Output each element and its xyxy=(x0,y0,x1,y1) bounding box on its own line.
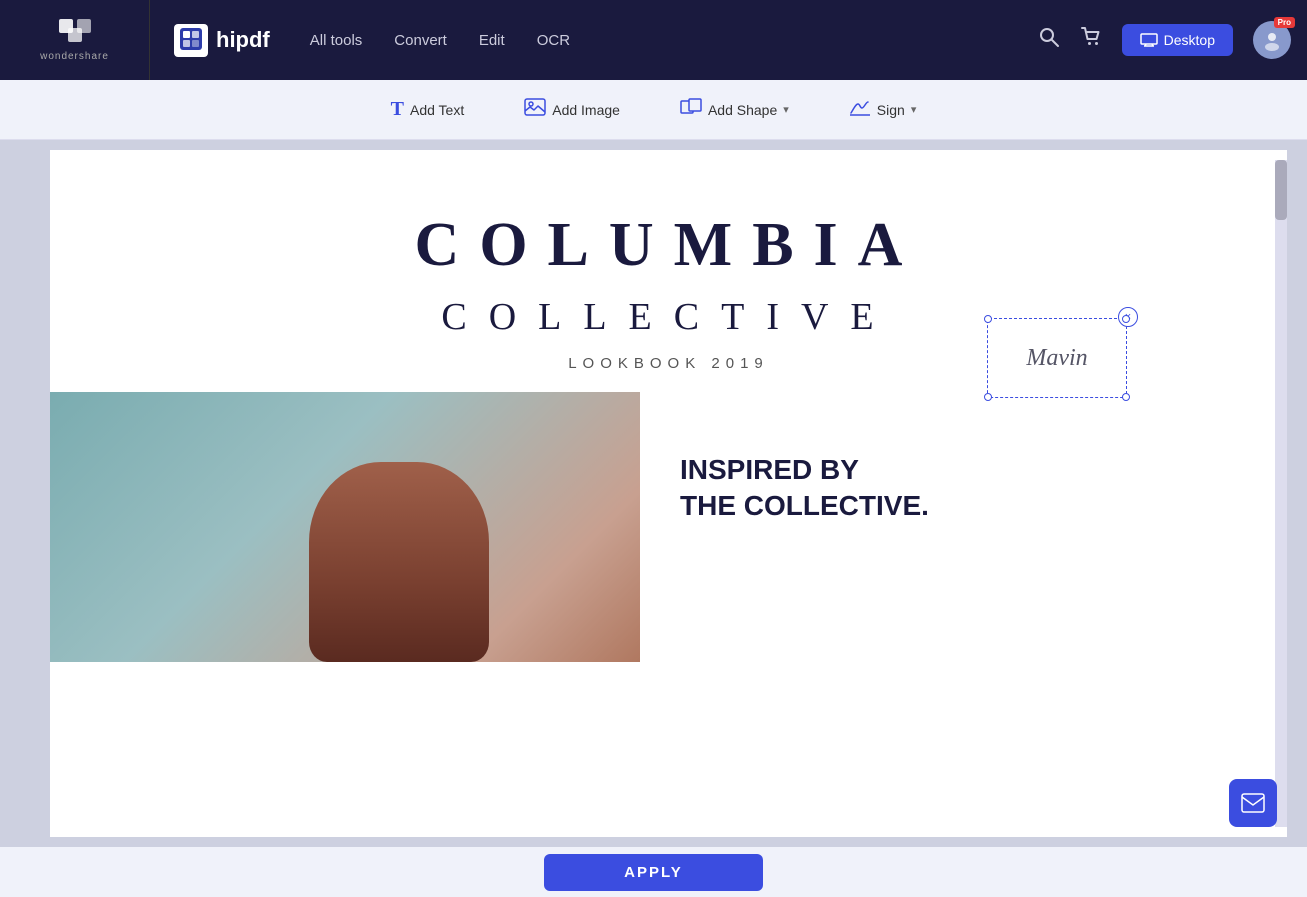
navbar: wondershare hipdf All tools Convert Edit… xyxy=(0,0,1307,80)
shape-icon xyxy=(680,97,702,122)
add-text-button[interactable]: T Add Text xyxy=(381,92,475,127)
hipdf-name: hipdf xyxy=(216,27,270,53)
pdf-title1: COLUMBIA xyxy=(50,150,1287,281)
image-icon xyxy=(524,98,546,121)
wondershare-text: wondershare xyxy=(40,51,109,62)
hipdf-icon xyxy=(174,24,208,57)
sign-label: Sign xyxy=(877,102,905,118)
scrollbar-track[interactable] xyxy=(1275,160,1287,827)
add-shape-label: Add Shape xyxy=(708,102,777,118)
signature-handle-br[interactable] xyxy=(1122,393,1130,401)
desktop-label: Desktop xyxy=(1164,32,1215,48)
add-image-button[interactable]: Add Image xyxy=(514,92,630,127)
desktop-button[interactable]: Desktop xyxy=(1122,24,1233,56)
search-icon[interactable] xyxy=(1038,26,1060,54)
avatar-wrapper[interactable]: Pro xyxy=(1253,21,1291,59)
ws-icon xyxy=(59,19,91,49)
apply-button[interactable]: APPLY xyxy=(544,854,763,891)
apply-bar: APPLY xyxy=(0,847,1307,897)
pdf-canvas: COLUMBIA COLLECTIVE LOOKBOOK 2019 INSPIR… xyxy=(50,150,1287,837)
toolbar: T Add Text Add Image Add Shape ▾ xyxy=(0,80,1307,140)
pdf-image-area: INSPIRED BY THE COLLECTIVE. xyxy=(50,392,1287,662)
wondershare-logo[interactable]: wondershare xyxy=(0,0,150,80)
pdf-photo xyxy=(50,392,640,662)
scrollbar-thumb[interactable] xyxy=(1275,160,1287,220)
sign-icon xyxy=(849,98,871,121)
nav-ocr[interactable]: OCR xyxy=(537,32,570,49)
nav-right: Desktop Pro xyxy=(1038,21,1307,59)
add-text-label: Add Text xyxy=(410,102,464,118)
signature-box[interactable]: × Mavin xyxy=(987,318,1127,398)
sign-button[interactable]: Sign ▾ xyxy=(839,92,927,127)
add-shape-chevron: ▾ xyxy=(783,103,789,116)
pdf-right-heading: INSPIRED BY THE COLLECTIVE. xyxy=(680,452,929,525)
sign-chevron: ▾ xyxy=(911,103,917,116)
add-image-label: Add Image xyxy=(552,102,620,118)
signature-text: Mavin xyxy=(1026,345,1087,372)
nav-convert[interactable]: Convert xyxy=(394,32,447,49)
hipdf-logo[interactable]: hipdf xyxy=(150,24,294,57)
content-area: COLUMBIA COLLECTIVE LOOKBOOK 2019 INSPIR… xyxy=(0,140,1307,847)
text-icon: T xyxy=(391,98,404,121)
signature-handle-tl[interactable] xyxy=(984,315,992,323)
nav-links: All tools Convert Edit OCR xyxy=(294,32,1038,49)
pdf-right-text: INSPIRED BY THE COLLECTIVE. xyxy=(640,392,949,662)
chair-decoration xyxy=(309,462,489,662)
cart-icon[interactable] xyxy=(1080,26,1102,54)
nav-all-tools[interactable]: All tools xyxy=(310,32,363,49)
signature-handle-bl[interactable] xyxy=(984,393,992,401)
email-fab-button[interactable] xyxy=(1229,779,1277,827)
pro-badge: Pro xyxy=(1274,17,1295,28)
nav-edit[interactable]: Edit xyxy=(479,32,505,49)
signature-handle-tr[interactable] xyxy=(1122,315,1130,323)
add-shape-button[interactable]: Add Shape ▾ xyxy=(670,91,799,128)
